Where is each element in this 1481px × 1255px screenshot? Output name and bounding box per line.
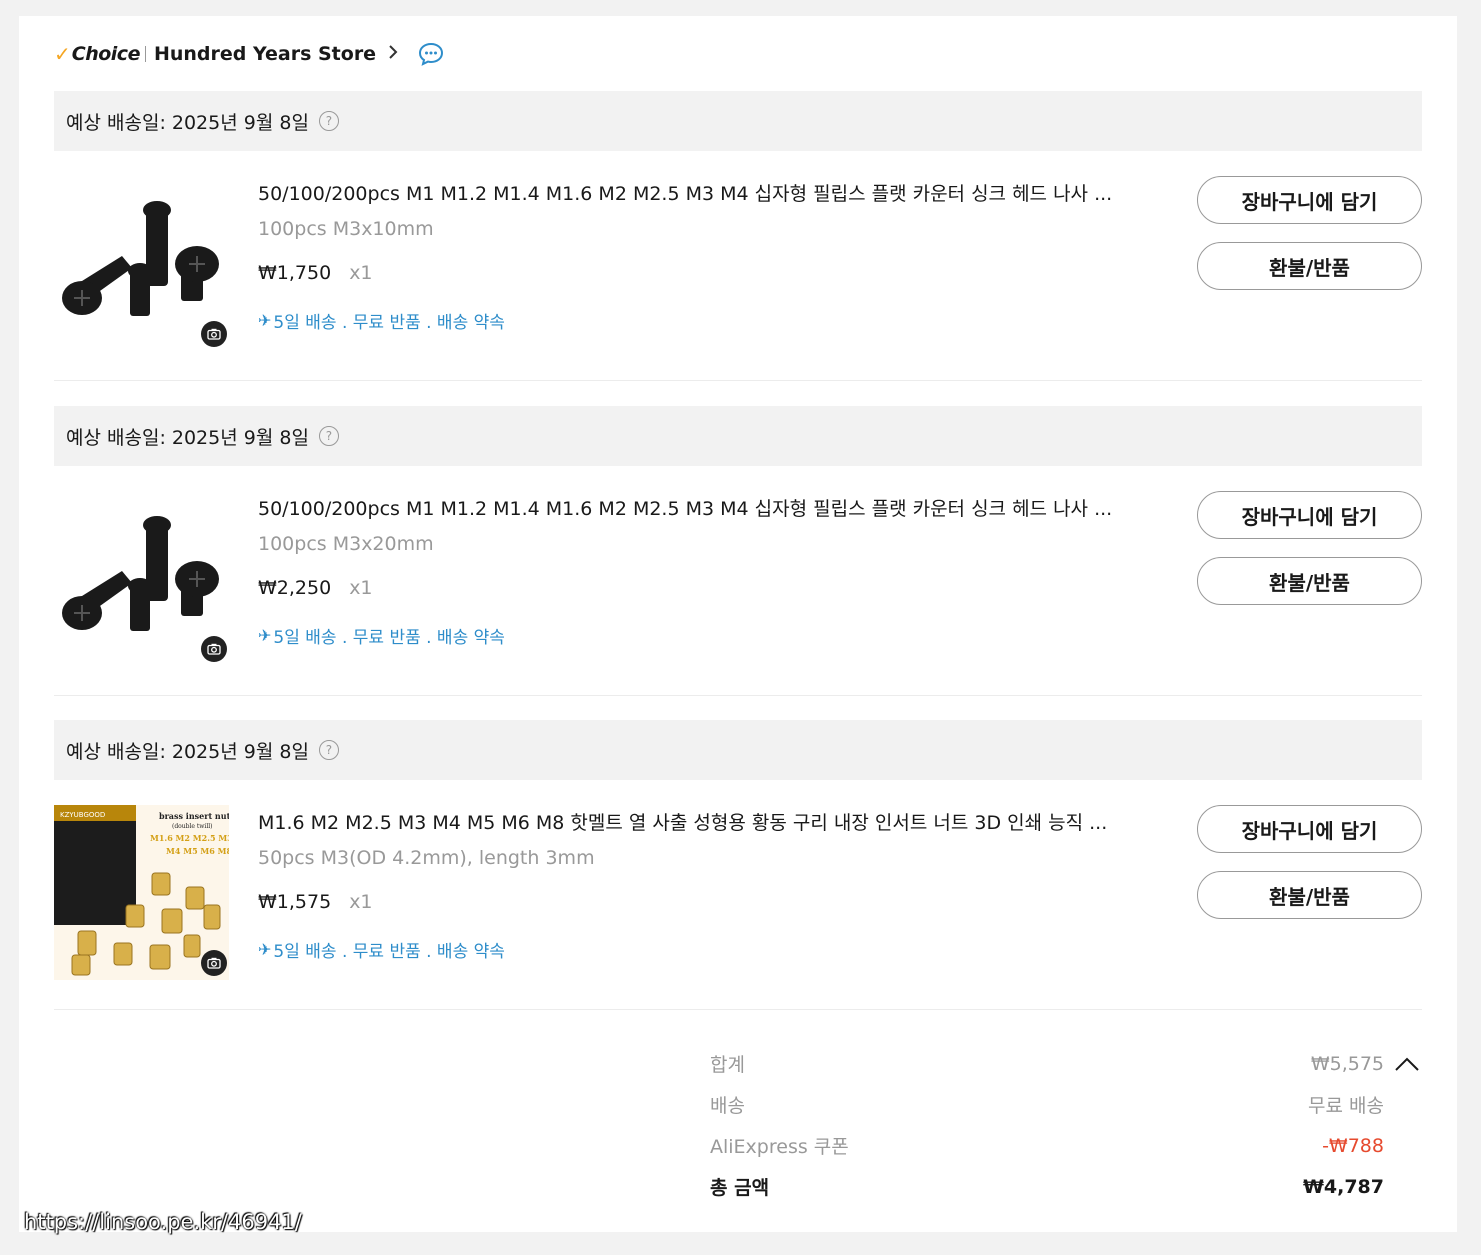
chevron-up-icon[interactable]: [1394, 1056, 1420, 1072]
help-icon[interactable]: ?: [318, 740, 339, 760]
camera-icon[interactable]: [201, 321, 227, 347]
shipping-row: 배송 무료 배송: [710, 1084, 1420, 1125]
shipping-text: 5일 배송 . 무료 반품 . 배송 약속: [273, 942, 505, 962]
product-title[interactable]: 50/100/200pcs M1 M1.2 M1.4 M1.6 M2 M2.5 …: [258, 179, 1158, 206]
store-header: ✓ Choice Hundred Years Store: [54, 38, 444, 70]
shipment-group: 예상 배송일: 2025년 9월 8일 ? 50/100/200pcs M1 M…: [54, 406, 1422, 696]
shipping-info: ✈ 5일 배송 . 무료 반품 . 배송 약속: [258, 937, 505, 962]
refund-return-button[interactable]: 환불/반품: [1197, 242, 1422, 290]
brass-image-sizes: M4 M5 M6 M8: [166, 846, 229, 856]
order-summary: 합계 ₩5,575 배송 무료 배송 AliExpress 쿠폰 -₩788 총…: [710, 1043, 1420, 1207]
black-screws-image: [62, 201, 219, 316]
shipment-group: 예상 배송일: 2025년 9월 8일 ? 50/100/200pcs M1 M…: [54, 91, 1422, 381]
help-icon[interactable]: ?: [318, 111, 339, 131]
brass-image-subcaption: (double twill): [172, 823, 213, 830]
price-row: ₩1,575 x1: [258, 891, 373, 913]
airplane-icon: ✈: [258, 940, 272, 959]
order-item: 50/100/200pcs M1 M1.2 M1.4 M1.6 M2 M2.5 …: [54, 466, 1422, 696]
delivery-date-text: 예상 배송일: 2025년 9월 8일: [66, 111, 309, 134]
camera-icon[interactable]: [201, 636, 227, 662]
product-image[interactable]: [54, 491, 229, 666]
product-variant: 100pcs M3x20mm: [258, 533, 434, 555]
store-name-link[interactable]: Hundred Years Store: [154, 43, 376, 65]
chat-bubble-icon[interactable]: [418, 42, 444, 66]
shipping-text: 5일 배송 . 무료 반품 . 배송 약속: [273, 313, 505, 333]
price-row: ₩1,750 x1: [258, 262, 373, 284]
delivery-date-bar: 예상 배송일: 2025년 9월 8일 ?: [54, 406, 1422, 466]
coupon-label: AliExpress 쿠폰: [710, 1136, 849, 1158]
price-row: ₩2,250 x1: [258, 577, 373, 599]
product-qty: x1: [349, 891, 373, 913]
shipping-info: ✈ 5일 배송 . 무료 반품 . 배송 약속: [258, 308, 505, 333]
divider: [144, 46, 146, 62]
subtotal-row: 합계 ₩5,575: [710, 1043, 1420, 1084]
refund-return-button[interactable]: 환불/반품: [1197, 871, 1422, 919]
coupon-row: AliExpress 쿠폰 -₩788: [710, 1125, 1420, 1166]
delivery-date-bar: 예상 배송일: 2025년 9월 8일 ?: [54, 720, 1422, 780]
product-title[interactable]: M1.6 M2 M2.5 M3 M4 M5 M6 M8 핫멜트 열 사출 성형용…: [258, 808, 1158, 835]
product-variant: 100pcs M3x10mm: [258, 218, 434, 240]
total-value: ₩4,787: [1302, 1175, 1384, 1198]
order-item: 50/100/200pcs M1 M1.2 M1.4 M1.6 M2 M2.5 …: [54, 151, 1422, 381]
order-card: ✓ Choice Hundred Years Store 예상 배송일: 202…: [19, 16, 1457, 1232]
help-icon[interactable]: ?: [318, 426, 339, 446]
product-qty: x1: [349, 577, 373, 599]
delivery-date-text: 예상 배송일: 2025년 9월 8일: [66, 426, 309, 449]
delivery-date-text: 예상 배송일: 2025년 9월 8일: [66, 740, 309, 763]
subtotal-value: ₩5,575: [1310, 1052, 1384, 1075]
svg-text:KZYUBGOOD: KZYUBGOOD: [60, 811, 105, 819]
add-to-cart-button[interactable]: 장바구니에 담기: [1197, 176, 1422, 224]
shipping-info: ✈ 5일 배송 . 무료 반품 . 배송 약속: [258, 623, 505, 648]
refund-return-button[interactable]: 환불/반품: [1197, 557, 1422, 605]
add-to-cart-button[interactable]: 장바구니에 담기: [1197, 805, 1422, 853]
total-label: 총 금액: [710, 1177, 770, 1199]
airplane-icon: ✈: [258, 626, 272, 645]
product-price: ₩1,575: [258, 891, 332, 913]
product-price: ₩1,750: [258, 262, 332, 284]
brass-inserts-image: KZYUBGOOD brass insert nut (double twill…: [54, 805, 233, 980]
add-to-cart-button[interactable]: 장바구니에 담기: [1197, 491, 1422, 539]
product-image[interactable]: [54, 176, 229, 351]
airplane-icon: ✈: [258, 311, 272, 330]
shipment-group: 예상 배송일: 2025년 9월 8일 ? KZYUBGOOD brass in…: [54, 720, 1422, 1010]
chevron-right-icon[interactable]: [388, 44, 398, 65]
check-icon: ✓: [54, 42, 71, 66]
black-screws-image: [62, 516, 219, 631]
product-image[interactable]: KZYUBGOOD brass insert nut (double twill…: [54, 805, 233, 980]
shipping-label: 배송: [710, 1095, 745, 1117]
shipping-text: 5일 배송 . 무료 반품 . 배송 약속: [273, 628, 505, 648]
camera-icon[interactable]: [201, 950, 227, 976]
product-qty: x1: [349, 262, 373, 284]
brass-image-caption: brass insert nut: [159, 811, 229, 821]
choice-badge: Choice: [71, 43, 141, 65]
subtotal-label: 합계: [710, 1054, 745, 1076]
shipping-value: 무료 배송: [1308, 1095, 1384, 1117]
order-item: KZYUBGOOD brass insert nut (double twill…: [54, 780, 1422, 1010]
product-title[interactable]: 50/100/200pcs M1 M1.2 M1.4 M1.6 M2 M2.5 …: [258, 494, 1158, 521]
product-variant: 50pcs M3(OD 4.2mm), length 3mm: [258, 847, 595, 869]
brass-image-sizes: M1.6 M2 M2.5 M3: [150, 833, 229, 843]
product-price: ₩2,250: [258, 577, 332, 599]
coupon-value: -₩788: [1322, 1134, 1384, 1157]
watermark-text: https://linsoo.pe.kr/46941/: [24, 1210, 302, 1234]
total-row: 총 금액 ₩4,787: [710, 1166, 1420, 1207]
delivery-date-bar: 예상 배송일: 2025년 9월 8일 ?: [54, 91, 1422, 151]
